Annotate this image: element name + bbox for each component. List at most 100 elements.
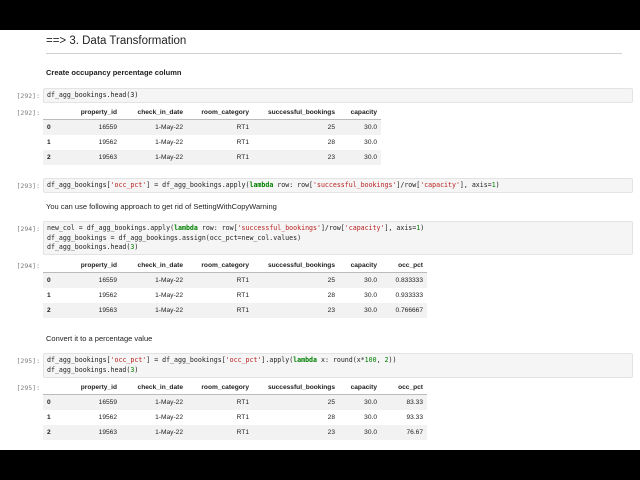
table-cell: 1-May-22 (155, 277, 183, 284)
row-index: 1 (47, 414, 51, 421)
column-header: check_in_date (137, 108, 183, 116)
column-header: successful_bookings (267, 261, 335, 269)
markdown-cell-warning-tip[interactable]: You can use following approach to get ri… (46, 202, 277, 211)
table-cell: 1-May-22 (155, 139, 183, 146)
table-cell: 28 (327, 139, 335, 146)
table-cell: 30.0 (364, 429, 377, 436)
table-cell: 16559 (98, 399, 117, 406)
table-cell: 76.67 (406, 429, 423, 436)
column-header: room_category (201, 383, 249, 391)
markdown-cell-occupancy[interactable]: Create occupancy percentage column (46, 68, 181, 77)
row-index: 0 (47, 277, 51, 284)
table-cell: RT1 (236, 124, 249, 131)
table-cell: 30.0 (364, 139, 377, 146)
table-row: 0 16559 1-May-22 RT1 25 30.0 0.833333 (43, 272, 427, 288)
row-index: 2 (47, 429, 51, 436)
column-header: capacity (350, 261, 377, 269)
table-cell: 1-May-22 (155, 429, 183, 436)
table-cell: 23 (327, 307, 335, 314)
dataframe-output-295: property_id check_in_date room_category suc… (43, 380, 427, 440)
row-index: 2 (47, 307, 51, 314)
row-index: 0 (47, 399, 51, 406)
table-cell: 0.766667 (395, 307, 423, 314)
table-cell: 0.933333 (395, 292, 423, 299)
column-header (43, 105, 63, 120)
input-prompt-294: [294]: (16, 225, 40, 233)
column-header: property_id (80, 108, 117, 116)
column-header (43, 380, 63, 395)
notebook-area: ==> 3. Data Transformation Create occupa… (0, 30, 640, 450)
column-header: property_id (80, 261, 117, 269)
column-header: occ_pct (398, 383, 423, 391)
table-cell: 28 (327, 292, 335, 299)
output-prompt-294: [294]: (16, 262, 40, 270)
table-header-row: property_id check_in_date room_category suc… (43, 258, 427, 273)
column-header: check_in_date (137, 383, 183, 391)
code-cell-294[interactable]: new_col = df_agg_bookings.apply(lambda r… (43, 221, 633, 255)
column-header: successful_bookings (267, 383, 335, 391)
code-cell-292[interactable]: df_agg_bookings.head(3) (43, 88, 633, 103)
table-cell: 30.0 (364, 399, 377, 406)
table-cell: RT1 (236, 414, 249, 421)
table-cell: RT1 (236, 292, 249, 299)
column-header: occ_pct (398, 261, 423, 269)
output-prompt-292: [292]: (16, 109, 40, 117)
table-cell: 1-May-22 (155, 154, 183, 161)
table-cell: 19562 (98, 292, 117, 299)
table-cell: RT1 (236, 399, 249, 406)
table-cell: 83.33 (406, 399, 423, 406)
table-cell: 30.0 (364, 307, 377, 314)
column-header: property_id (80, 383, 117, 391)
table-cell: 19562 (98, 414, 117, 421)
table-cell: RT1 (236, 429, 249, 436)
column-header: successful_bookings (267, 108, 335, 116)
table-cell: 28 (327, 414, 335, 421)
table-cell: 23 (327, 154, 335, 161)
markdown-cell-convert[interactable]: Convert it to a percentage value (46, 334, 152, 343)
table-cell: 19562 (98, 139, 117, 146)
table-cell: 1-May-22 (155, 399, 183, 406)
column-header: check_in_date (137, 261, 183, 269)
table-cell: 19563 (98, 429, 117, 436)
row-index: 1 (47, 292, 51, 299)
table-row: 2 19563 1-May-22 RT1 23 30.0 0.766667 (43, 303, 427, 318)
input-prompt-295: [295]: (16, 357, 40, 365)
table-row: 1 19562 1-May-22 RT1 28 30.0 (43, 135, 381, 150)
output-prompt-295: [295]: (16, 384, 40, 392)
table-row: 0 16559 1-May-22 RT1 25 30.0 (43, 119, 381, 135)
code-cell-295[interactable]: df_agg_bookings['occ_pct'] = df_agg_book… (43, 353, 633, 378)
code-cell-293[interactable]: df_agg_bookings['occ_pct'] = df_agg_book… (43, 178, 633, 193)
table-cell: 0.833333 (395, 277, 423, 284)
table-header-row: property_id check_in_date room_category suc… (43, 380, 427, 395)
table-cell: 30.0 (364, 292, 377, 299)
column-header (43, 258, 63, 273)
table-row: 1 19562 1-May-22 RT1 28 30.0 0.933333 (43, 288, 427, 303)
table-cell: 16559 (98, 124, 117, 131)
row-index: 2 (47, 154, 51, 161)
table-cell: 19563 (98, 307, 117, 314)
table-cell: 93.33 (406, 414, 423, 421)
column-header: room_category (201, 261, 249, 269)
table-cell: RT1 (236, 154, 249, 161)
dataframe-output-292: property_id check_in_date room_category suc… (43, 105, 381, 165)
table-cell: 30.0 (364, 124, 377, 131)
table-cell: 25 (327, 124, 335, 131)
table-cell: 30.0 (364, 414, 377, 421)
column-header: capacity (350, 383, 377, 391)
row-index: 1 (47, 139, 51, 146)
column-header: capacity (350, 108, 377, 116)
table-cell: 30.0 (364, 154, 377, 161)
table-cell: 25 (327, 399, 335, 406)
table-cell: 19563 (98, 154, 117, 161)
table-row: 2 19563 1-May-22 RT1 23 30.0 76.67 (43, 425, 427, 440)
column-header: room_category (201, 108, 249, 116)
table-cell: RT1 (236, 277, 249, 284)
row-index: 0 (47, 124, 51, 131)
table-cell: 25 (327, 277, 335, 284)
dataframe-output-294: property_id check_in_date room_category suc… (43, 258, 427, 318)
table-cell: 1-May-22 (155, 414, 183, 421)
input-prompt-293: [293]: (16, 182, 40, 190)
table-cell: RT1 (236, 139, 249, 146)
section-heading: ==> 3. Data Transformation (46, 35, 622, 54)
input-prompt-292: [292]: (16, 92, 40, 100)
